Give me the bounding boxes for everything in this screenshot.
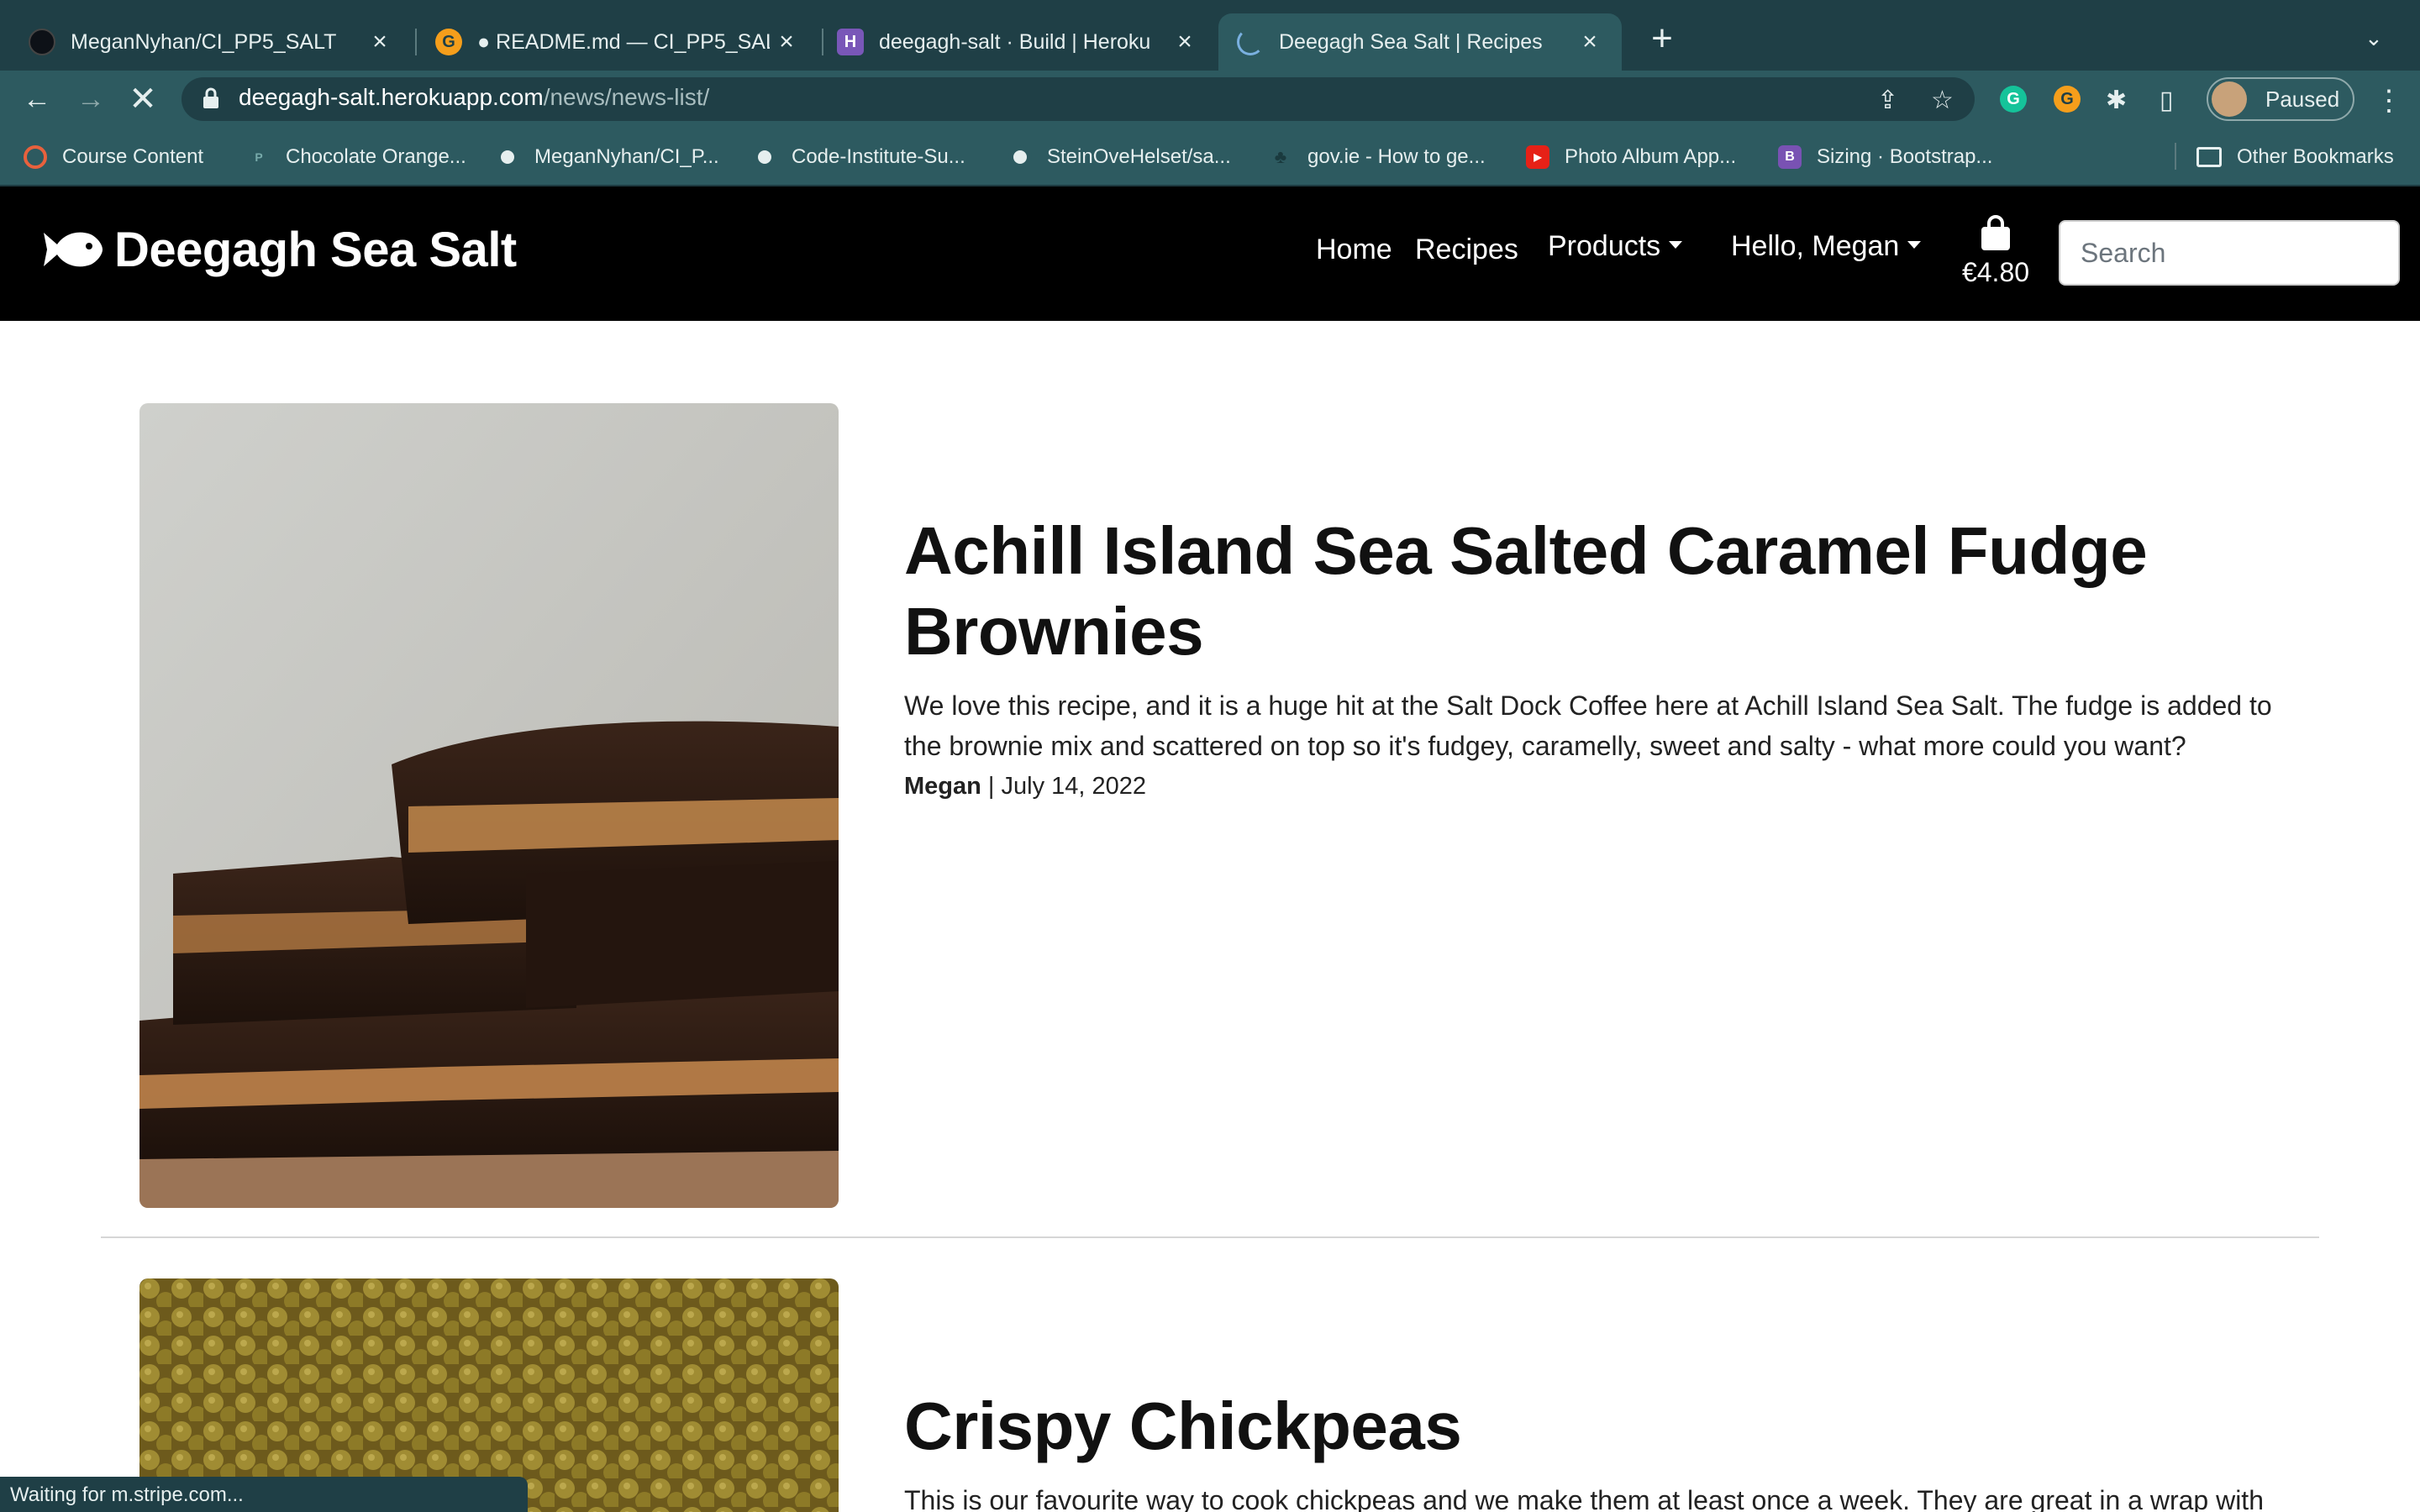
nav-account-label: Hello, Megan xyxy=(1731,230,1900,262)
bookmark-bootstrap-sizing[interactable]: B Sizing · Bootstrap... xyxy=(1778,143,1992,171)
tab-title: MeganNyhan/CI_PP5_SALT xyxy=(71,29,337,54)
bookmark-megannyhan[interactable]: MeganNyhan/CI_P... xyxy=(496,143,719,171)
new-tab-button[interactable]: + xyxy=(1642,20,1682,60)
close-icon[interactable]: × xyxy=(363,28,397,56)
avatar xyxy=(2212,81,2247,117)
caret-down-icon xyxy=(1907,240,1922,249)
github-icon xyxy=(753,145,776,169)
forward-button[interactable]: → xyxy=(74,82,108,116)
tab-title: deegagh-salt · Build | Heroku xyxy=(879,29,1151,54)
github-icon xyxy=(1008,145,1032,169)
course-icon xyxy=(24,145,47,169)
bootstrap-icon: B xyxy=(1778,145,1802,169)
bookmark-code-institute[interactable]: Code-Institute-Su... xyxy=(753,143,965,171)
bookmark-label: Photo Album App... xyxy=(1565,145,1737,168)
tab-recipes-active[interactable]: Deegagh Sea Salt | Recipes × xyxy=(1218,13,1622,71)
profile-status-label: Paused xyxy=(2265,86,2340,112)
nav-recipes[interactable]: Recipes xyxy=(1415,234,1518,266)
cart-link[interactable]: €4.80 xyxy=(1949,215,2042,288)
chocolate-icon: P xyxy=(255,150,263,164)
post-excerpt: This is our favourite way to cook chickp… xyxy=(904,1485,2264,1512)
gov-icon: ♣ xyxy=(1274,146,1287,167)
browser-menu-icon[interactable]: ⋮ xyxy=(2375,84,2403,118)
browser-tab-bar: MeganNyhan/CI_PP5_SALT × G ● README.md —… xyxy=(0,0,2420,71)
lock-icon[interactable] xyxy=(202,87,220,109)
share-icon[interactable]: ⇪ xyxy=(1877,86,1898,115)
cart-total: €4.80 xyxy=(1961,257,2030,287)
brownies-photo xyxy=(139,403,839,1208)
bookmarks-bar: Course Content P Chocolate Orange... Meg… xyxy=(0,126,2420,186)
brand-name: Deegagh Sea Salt xyxy=(114,222,517,277)
tab-gitpod[interactable]: G ● README.md — CI_PP5_SALT × xyxy=(420,13,818,71)
other-bookmarks-label: Other Bookmarks xyxy=(2237,145,2394,168)
brownies-image[interactable] xyxy=(139,403,839,1208)
close-icon[interactable]: × xyxy=(1573,28,1607,56)
browser-status-bar: Waiting for m.stripe.com... xyxy=(0,1477,528,1512)
back-button[interactable]: ← xyxy=(20,82,54,116)
post-title[interactable]: Achill Island Sea Salted Caramel Fudge B… xyxy=(904,511,2333,672)
site-navbar: Deegagh Sea Salt Home Recipes Products H… xyxy=(0,186,2420,321)
bookmark-label: MeganNyhan/CI_P... xyxy=(534,145,719,168)
gitpod-icon: G xyxy=(435,29,462,55)
bookmark-label: Code-Institute-Su... xyxy=(792,145,965,168)
bookmark-chocolate-orange[interactable]: P Chocolate Orange... xyxy=(247,143,466,171)
heroku-icon: H xyxy=(837,29,864,55)
bookmark-label: gov.ie - How to ge... xyxy=(1307,145,1486,168)
tab-search-chevron-icon[interactable]: ⌄ xyxy=(2365,25,2383,51)
profile-button[interactable]: Paused xyxy=(2207,77,2354,121)
bookmark-star-icon[interactable]: ☆ xyxy=(1931,86,1954,115)
post-meta: Megan | July 14, 2022 xyxy=(904,773,1147,800)
browser-toolbar: ← → ✕ deegagh-salt.herokuapp.com/news/ne… xyxy=(0,71,2420,126)
url-text[interactable]: deegagh-salt.herokuapp.com/news/news-lis… xyxy=(239,84,709,111)
tab-heroku[interactable]: H deegagh-salt · Build | Heroku × xyxy=(827,13,1217,71)
close-icon[interactable]: × xyxy=(770,28,803,56)
bookmark-label: Chocolate Orange... xyxy=(286,145,466,168)
url-host: deegagh-salt.herokuapp.com xyxy=(239,84,544,110)
bookmark-label: Sizing · Bootstrap... xyxy=(1817,145,1993,168)
bookmark-steinovehelset[interactable]: SteinOveHelset/sa... xyxy=(1008,143,1231,171)
post-date: July 14, 2022 xyxy=(1001,773,1147,800)
stop-loading-button[interactable]: ✕ xyxy=(126,82,160,116)
bookmark-label: SteinOveHelset/sa... xyxy=(1047,145,1231,168)
post-divider xyxy=(101,1236,2319,1238)
github-icon xyxy=(496,145,519,169)
folder-icon xyxy=(2196,147,2222,167)
other-bookmarks[interactable]: Other Bookmarks xyxy=(2196,143,2394,171)
shopping-bag-icon xyxy=(1981,215,2010,250)
url-path: /news/news-list/ xyxy=(543,84,710,110)
post-title[interactable]: Crispy Chickpeas xyxy=(904,1386,2333,1467)
fish-logo-icon xyxy=(44,232,103,267)
bookmark-gov-ie[interactable]: ♣ gov.ie - How to ge... xyxy=(1269,143,1486,171)
youtube-icon: ▶ xyxy=(1526,145,1549,169)
grammarly-icon[interactable]: G xyxy=(2000,86,2027,113)
gitpod-extension-icon[interactable]: G xyxy=(2054,86,2081,113)
tab-github[interactable]: MeganNyhan/CI_PP5_SALT × xyxy=(0,13,412,71)
side-panel-icon[interactable]: ▯ xyxy=(2160,86,2174,115)
post-excerpt: We love this recipe, and it is a huge hi… xyxy=(904,690,2272,761)
loading-spinner-icon xyxy=(1237,29,1264,55)
search-input[interactable] xyxy=(2059,220,2400,286)
nav-home[interactable]: Home xyxy=(1316,234,1392,266)
bookmark-label: Course Content xyxy=(62,145,204,168)
bookmark-photo-album[interactable]: ▶ Photo Album App... xyxy=(1526,143,1736,171)
close-icon[interactable]: × xyxy=(1168,28,1202,56)
tab-title: Deegagh Sea Salt | Recipes xyxy=(1279,29,1543,54)
post-author: Megan xyxy=(904,773,981,800)
tab-title: ● README.md — CI_PP5_SALT xyxy=(477,29,770,54)
bookmark-course-content[interactable]: Course Content xyxy=(24,143,203,171)
github-icon xyxy=(29,29,55,55)
nav-products-dropdown[interactable]: Products xyxy=(1548,230,1683,263)
extensions-puzzle-icon[interactable]: ✱ xyxy=(2106,86,2127,115)
nav-account-dropdown[interactable]: Hello, Megan xyxy=(1731,230,1922,263)
brand-link[interactable]: Deegagh Sea Salt xyxy=(44,220,517,279)
caret-down-icon xyxy=(1669,240,1683,249)
nav-products-label: Products xyxy=(1548,230,1661,262)
